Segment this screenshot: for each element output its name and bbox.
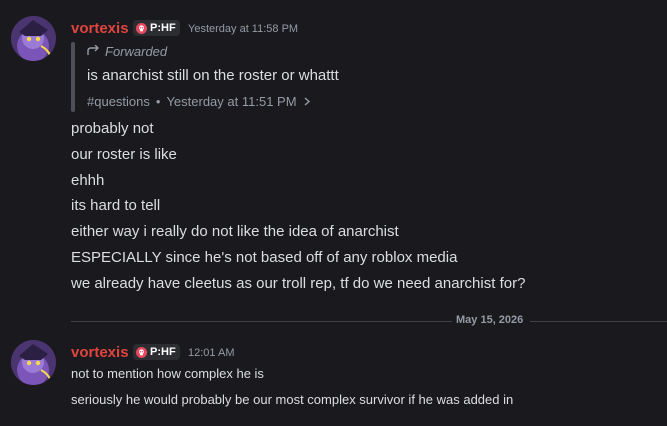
date-divider: May 15, 2026 [452, 314, 528, 326]
message-timestamp[interactable]: Yesterday at 11:58 PM [188, 23, 298, 35]
forward-arrow-icon [87, 44, 100, 59]
message-line: ESPECIALLY since he's not based off of a… [71, 249, 458, 266]
message-line: either way i really do not like the idea… [71, 223, 399, 240]
username[interactable]: vortexis [71, 20, 129, 37]
forwarded-source[interactable]: #questions • Yesterday at 11:51 PM [87, 94, 311, 109]
role-tag-label: P:HF [150, 22, 176, 34]
chevron-right-icon[interactable] [303, 94, 311, 109]
forwarded-label: Forwarded [87, 44, 167, 59]
date-divider-line [71, 321, 452, 322]
role-tag-label: P:HF [150, 346, 176, 358]
message-line: our roster is like [71, 146, 177, 163]
role-tag[interactable]: P:HF [133, 344, 180, 360]
skull-icon [136, 22, 147, 34]
message-line: ehhh [71, 172, 105, 189]
message-line: probably not [71, 120, 154, 137]
avatar[interactable] [11, 340, 56, 385]
meta-separator: • [155, 94, 161, 109]
forwarded-channel[interactable]: #questions [87, 94, 150, 109]
forwarded-message: is anarchist still on the roster or what… [87, 67, 339, 84]
forwarded-time[interactable]: Yesterday at 11:51 PM [166, 94, 296, 109]
avatar[interactable] [11, 16, 56, 61]
message-line: its hard to tell [71, 197, 161, 214]
username[interactable]: vortexis [71, 344, 129, 361]
date-divider-line [530, 321, 667, 322]
message-timestamp[interactable]: 12:01 AM [188, 347, 234, 359]
message-line: not to mention how complex he is [71, 366, 264, 381]
skull-icon [136, 346, 147, 358]
forward-quote-bar [71, 42, 75, 112]
forwarded-text: Forwarded [105, 44, 168, 59]
message-line: seriously he would probably be our most … [71, 392, 514, 407]
message-line: we already have cleetus as our troll rep… [71, 275, 526, 292]
role-tag[interactable]: P:HF [133, 20, 180, 36]
